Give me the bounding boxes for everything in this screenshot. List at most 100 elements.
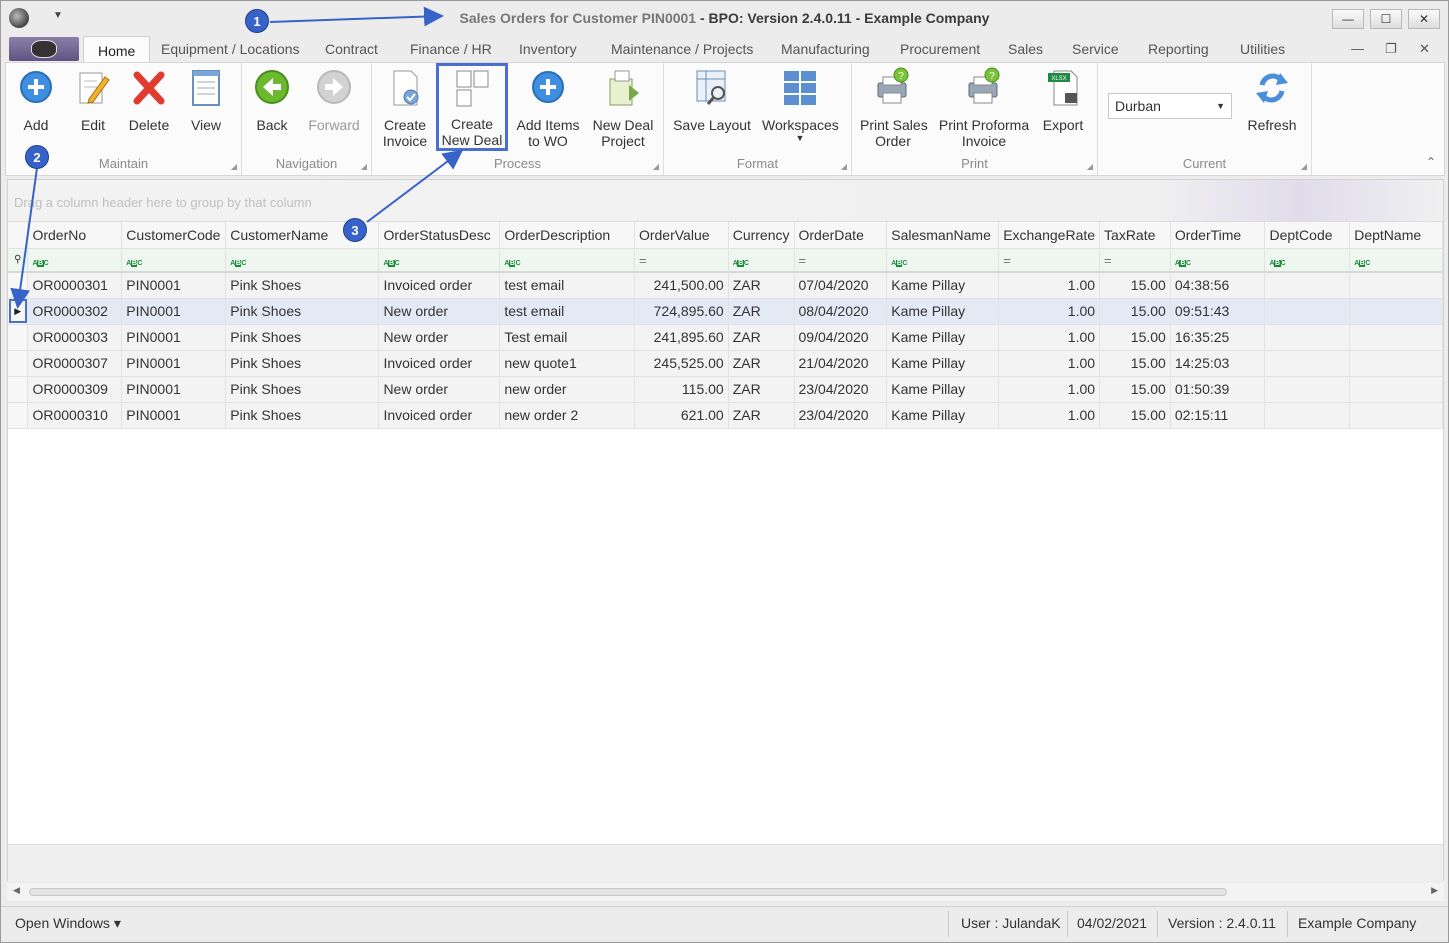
tab-equipment-locations[interactable]: Equipment / Locations [161, 35, 300, 63]
cell-customercode[interactable]: PIN0001 [121, 402, 227, 429]
table-row[interactable]: ▶ OR0000302 PIN0001 Pink Shoes New order test… [8, 298, 1443, 325]
table-row[interactable]: OR0000303 PIN0001 Pink Shoes New order Test … [8, 324, 1443, 351]
cell-customercode[interactable]: PIN0001 [121, 298, 227, 325]
column-header-orderdescription[interactable]: OrderDescription [499, 222, 635, 249]
current-group-launcher-icon[interactable]: ◢ [1301, 162, 1307, 171]
cell-orderno[interactable]: OR0000303 [27, 324, 123, 351]
export-button[interactable]: XLSX Export [1038, 67, 1088, 133]
column-header-currency[interactable]: Currency [728, 222, 795, 249]
cell-currency[interactable]: ZAR [728, 272, 795, 299]
cell-deptcode[interactable] [1264, 324, 1351, 351]
create-invoice-button[interactable]: Create Invoice [380, 67, 430, 149]
cell-orderdate[interactable]: 07/04/2020 [794, 272, 888, 299]
new-deal-project-button[interactable]: New Deal Project [590, 67, 656, 149]
cell-orderdate[interactable]: 08/04/2020 [794, 298, 888, 325]
cell-taxrate[interactable]: 15.00 [1099, 402, 1171, 429]
delete-button[interactable]: Delete [126, 67, 172, 133]
column-header-exchangerate[interactable]: ExchangeRate [998, 222, 1101, 249]
row-indicator[interactable]: ▶ [8, 298, 29, 325]
cell-deptcode[interactable] [1264, 298, 1351, 325]
tab-reporting[interactable]: Reporting [1148, 35, 1209, 63]
cell-customername[interactable]: Pink Shoes [225, 350, 380, 377]
cell-orderdescription[interactable]: Test email [499, 324, 635, 351]
cell-deptname[interactable] [1349, 402, 1443, 429]
view-button[interactable]: View [186, 67, 226, 133]
cell-taxrate[interactable]: 15.00 [1099, 376, 1171, 403]
row-indicator[interactable] [8, 402, 29, 429]
cell-orderdescription[interactable]: new quote1 [499, 350, 635, 377]
edit-button[interactable]: Edit [72, 67, 114, 133]
filter-cell[interactable]: = [634, 248, 729, 273]
close-button[interactable]: ✕ [1408, 9, 1440, 29]
cell-currency[interactable]: ZAR [728, 324, 795, 351]
cell-orderstatusdesc[interactable]: Invoiced order [378, 402, 501, 429]
process-group-launcher-icon[interactable]: ◢ [653, 162, 659, 171]
mdi-minimize-button[interactable]: — [1351, 41, 1364, 56]
workspaces-button[interactable]: Workspaces ▼ [762, 67, 839, 143]
cell-exchangerate[interactable]: 1.00 [998, 350, 1101, 377]
cell-salesmanname[interactable]: Kame Pillay [886, 376, 1000, 403]
row-indicator[interactable] [8, 324, 29, 351]
cell-customername[interactable]: Pink Shoes [225, 272, 380, 299]
tab-maintenance-projects[interactable]: Maintenance / Projects [611, 35, 753, 63]
cell-deptname[interactable] [1349, 272, 1443, 299]
cell-salesmanname[interactable]: Kame Pillay [886, 298, 1000, 325]
cell-taxrate[interactable]: 15.00 [1099, 298, 1171, 325]
cell-exchangerate[interactable]: 1.00 [998, 376, 1101, 403]
open-windows-button[interactable]: Open Windows ▾ [15, 915, 121, 932]
cell-orderstatusdesc[interactable]: Invoiced order [378, 350, 501, 377]
column-header-orderstatusdesc[interactable]: OrderStatusDesc [378, 222, 501, 249]
add-button[interactable]: Add [16, 67, 56, 133]
row-indicator[interactable] [8, 350, 29, 377]
filter-cell[interactable]: ABC [225, 248, 380, 273]
filter-cell[interactable]: = [998, 248, 1101, 273]
tab-service[interactable]: Service [1072, 35, 1119, 63]
cell-orderno[interactable]: OR0000309 [27, 376, 123, 403]
tab-procurement[interactable]: Procurement [900, 35, 980, 63]
filter-cell[interactable]: = [1099, 248, 1171, 273]
column-header-orderdate[interactable]: OrderDate [794, 222, 888, 249]
cell-customercode[interactable]: PIN0001 [121, 350, 227, 377]
row-indicator[interactable] [8, 376, 29, 403]
column-header-deptcode[interactable]: DeptCode [1264, 222, 1351, 249]
forward-button[interactable]: Forward [308, 67, 360, 133]
cell-deptname[interactable] [1349, 376, 1443, 403]
filter-cell[interactable]: = [794, 248, 888, 273]
cell-orderstatusdesc[interactable]: New order [378, 376, 501, 403]
cell-deptcode[interactable] [1264, 350, 1351, 377]
print-proforma-invoice-button[interactable]: ? Print Proforma Invoice [938, 67, 1030, 149]
column-header-taxrate[interactable]: TaxRate [1099, 222, 1171, 249]
cell-orderno[interactable]: OR0000310 [27, 402, 123, 429]
cell-currency[interactable]: ZAR [728, 376, 795, 403]
cell-ordertime[interactable]: 01:50:39 [1170, 376, 1266, 403]
print-sales-order-button[interactable]: ? Print Sales Order [860, 67, 928, 149]
filter-cell[interactable]: ABC [1170, 248, 1266, 273]
cell-ordertime[interactable]: 16:35:25 [1170, 324, 1266, 351]
column-header-customercode[interactable]: CustomerCode [121, 222, 227, 249]
cell-exchangerate[interactable]: 1.00 [998, 272, 1101, 299]
print-group-launcher-icon[interactable]: ◢ [1087, 162, 1093, 171]
filter-cell[interactable]: ABC [378, 248, 501, 273]
cell-customercode[interactable]: PIN0001 [121, 376, 227, 403]
column-header-salesmanname[interactable]: SalesmanName [886, 222, 1000, 249]
tab-manufacturing[interactable]: Manufacturing [781, 35, 870, 63]
add-items-to-wo-button[interactable]: Add Items to WO [514, 67, 582, 149]
horizontal-scrollbar[interactable]: ◀ ▶ [7, 883, 1444, 901]
cell-taxrate[interactable]: 15.00 [1099, 272, 1171, 299]
tab-contract[interactable]: Contract [325, 35, 378, 63]
cell-exchangerate[interactable]: 1.00 [998, 298, 1101, 325]
tab-utilities[interactable]: Utilities [1240, 35, 1285, 63]
collapse-ribbon-icon[interactable]: ⌃ [1426, 155, 1436, 169]
cell-deptname[interactable] [1349, 324, 1443, 351]
filter-cell[interactable]: ABC [1349, 248, 1443, 273]
cell-salesmanname[interactable]: Kame Pillay [886, 324, 1000, 351]
cell-currency[interactable]: ZAR [728, 350, 795, 377]
cell-customercode[interactable]: PIN0001 [121, 324, 227, 351]
cell-orderno[interactable]: OR0000301 [27, 272, 123, 299]
filter-cell[interactable]: ABC [499, 248, 635, 273]
maximize-button[interactable]: ☐ [1370, 9, 1402, 29]
cell-orderno[interactable]: OR0000307 [27, 350, 123, 377]
filter-cell[interactable]: ABC [121, 248, 227, 273]
cell-orderdate[interactable]: 23/04/2020 [794, 376, 888, 403]
cell-ordervalue[interactable]: 245,525.00 [634, 350, 729, 377]
